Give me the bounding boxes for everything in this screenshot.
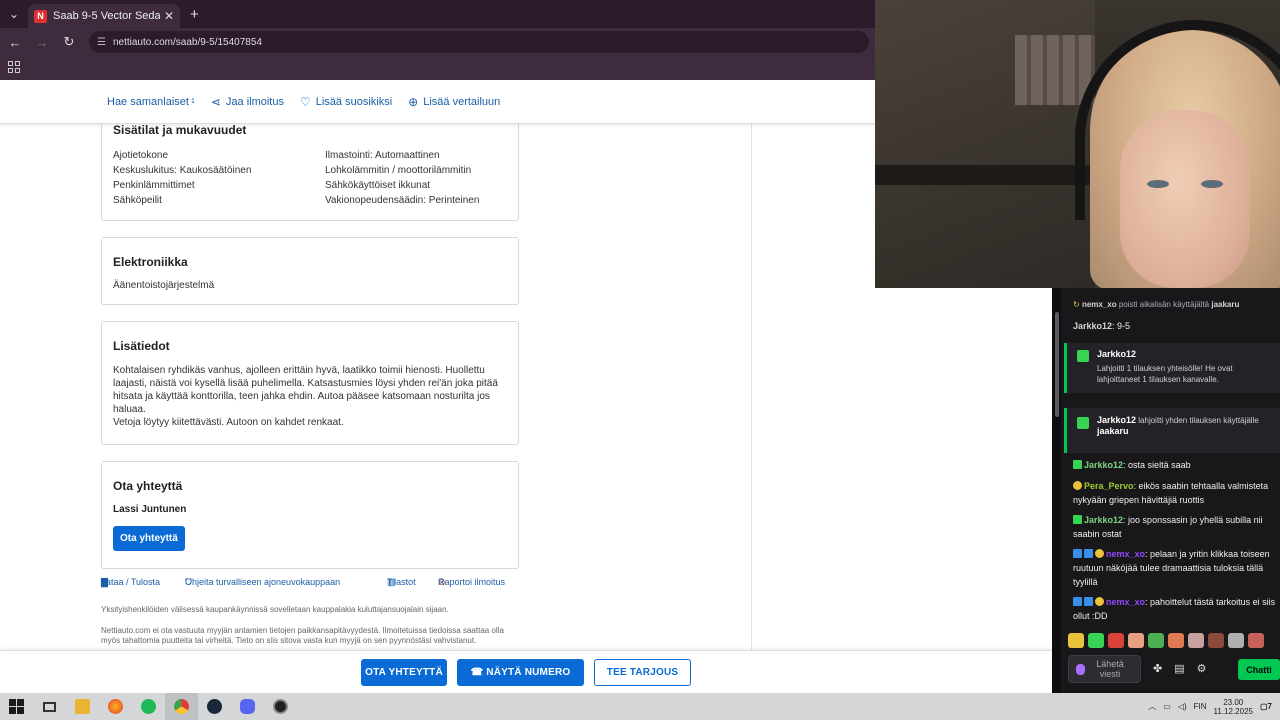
bookmarks-bar (0, 56, 875, 80)
chat-message: Pera_Pervo: eikös saabin tehtaalla valmi… (1073, 481, 1269, 505)
description-text: Kohtalaisen ryhdikäs vanhus, ajolleen er… (113, 365, 498, 415)
chat-message: nemx_xo: pelaan ja yritin klikkaa toisee… (1073, 549, 1270, 587)
address-bar[interactable]: ☰ nettiauto.com/saab/9-5/15407854 (89, 31, 869, 53)
liability-disclaimer: Nettiauto.com ei ota vastuuta myyjän ant… (101, 626, 504, 645)
listing-action-bar: Hae samanlaiset 1 ⋖ Jaa ilmoitus ♡ Lisää su… (0, 80, 875, 124)
contact-seller-button[interactable]: Ota yhteyttä (113, 526, 185, 551)
mic-icon[interactable] (1076, 663, 1085, 675)
additional-info-card: Lisätiedot Kohtalaisen ryhdikäs vanhus, … (101, 321, 519, 445)
webcam-overlay (875, 0, 1280, 288)
contact-button[interactable]: OTA YHTEYTTÄ (361, 659, 447, 686)
add-favorite-link[interactable]: ♡ Lisää suosikiksi (300, 95, 392, 109)
spotify-icon[interactable] (132, 693, 165, 720)
clock[interactable]: 23.00 11.12.2025 (1214, 698, 1253, 716)
chat-message: Jarkko12: joo sponssasin jo yhellä subil… (1073, 515, 1263, 539)
share-listing-link[interactable]: ⋖ Jaa ilmoitus (211, 95, 284, 109)
equipment-item: Vakionopeudensäädin: Perinteinen (325, 195, 480, 206)
obs-icon[interactable] (264, 693, 297, 720)
chat-message: Jarkko12: 9-5 (1073, 321, 1131, 331)
make-offer-button[interactable]: TEE TARJOUS (594, 659, 691, 686)
chat-message: nemx_xo: pahoittelut tästä tarkoitus ei … (1073, 597, 1276, 621)
discord-icon[interactable] (231, 693, 264, 720)
sticky-contact-bar: OTA YHTEYTTÄ ☎ NÄYTÄ NUMERO TEE TARJOUS (0, 650, 1052, 693)
system-tray: ︿ ▭ ◁) FIN 23.00 11.12.2025 ▢7 (1148, 693, 1272, 720)
new-tab-icon[interactable]: + (190, 6, 199, 23)
windows-taskbar: ︿ ▭ ◁) FIN 23.00 11.12.2025 ▢7 (0, 693, 1280, 720)
equipment-item: Sähköpeilit (113, 195, 162, 206)
chat-gift-sub-alert: Jarkko12 lahjoitti yhden tilauksen käytt… (1064, 408, 1280, 453)
settings-gear-icon[interactable]: ⚙ (1197, 662, 1207, 675)
heart-icon: ♡ (299, 94, 311, 109)
apps-grid-icon[interactable] (8, 61, 20, 73)
equipment-item: Äänentoistojärjestelmä (113, 280, 215, 291)
browser-tab[interactable]: N Saab 9-5 Vector Sedan 2002 - V ✕ (28, 4, 180, 28)
equipment-item: Ilmastointi: Automaattinen (325, 150, 440, 161)
file-explorer-icon[interactable] (66, 693, 99, 720)
add-compare-link[interactable]: ⊕ Lisää vertailuun (408, 95, 500, 109)
equipment-item: Ajotietokone (113, 150, 169, 161)
chat-toolbar: ✤ ▤ ⚙ (1153, 662, 1207, 675)
equipment-item: Keskuslukitus: Kaukosäätöinen (113, 165, 252, 176)
volume-icon[interactable]: ◁) (1178, 702, 1187, 711)
chat-moderation-notice: ↻ nemx_xo poisti aikalisän käyttäjältä j… (1073, 300, 1240, 309)
plus-circle-icon: ⊕ (408, 94, 419, 109)
notification-icon[interactable]: ▢7 (1260, 702, 1272, 711)
site-info-icon[interactable]: ☰ (97, 37, 106, 48)
electronics-title: Elektroniikka (113, 255, 188, 269)
tab-list-chevron-icon[interactable]: ⌄ (0, 0, 28, 28)
interior-list: Ajotietokone Ilmastointi: Automaattinen … (113, 150, 507, 206)
firefox-icon[interactable] (99, 693, 132, 720)
interior-title: Sisätilat ja mukavuudet (113, 124, 247, 137)
language-indicator[interactable]: FIN (1194, 702, 1207, 711)
gift-icon (1077, 350, 1089, 362)
chrome-icon[interactable] (165, 693, 198, 720)
share-icon: ⋖ (210, 94, 221, 109)
equipment-item: Lohkolämmitin / moottorilämmitin (325, 165, 472, 176)
consumer-law-note: Yksityishenkilöiden välisessä kaupankäyn… (101, 605, 449, 614)
equipment-item: Penkinlämmittimet (113, 180, 195, 191)
chat-message-input[interactable]: Lähetä viesti (1068, 655, 1141, 683)
store-icon[interactable]: ▤ (1174, 662, 1184, 675)
close-tab-icon[interactable]: ✕ (164, 9, 174, 23)
chat-scrollbar[interactable] (1052, 288, 1061, 693)
network-icon[interactable]: ▭ (1163, 702, 1171, 711)
seller-name: Lassi Juntunen (113, 504, 187, 515)
contact-title: Ota yhteyttä (113, 479, 183, 493)
tray-chevron-icon[interactable]: ︿ (1148, 701, 1156, 712)
contact-card: Ota yhteyttä Lassi Juntunen Ota yhteyttä (101, 461, 519, 569)
electronics-card: Elektroniikka Äänentoistojärjestelmä (101, 237, 519, 305)
channel-points-icon[interactable]: ✤ (1153, 662, 1162, 675)
find-similar-link[interactable]: Hae samanlaiset 1 (107, 96, 195, 108)
chat-message: Jarkko12: osta sieltä saab (1073, 458, 1278, 472)
back-arrow-icon[interactable]: ← (3, 35, 27, 50)
url-text: nettiauto.com/saab/9-5/15407854 (112, 36, 262, 48)
browser-toolbar: ← → ↻ ☰ nettiauto.com/saab/9-5/15407854 (0, 28, 875, 56)
show-number-button[interactable]: ☎ NÄYTÄ NUMERO (457, 659, 584, 686)
description-text: Vetoja löytyy kiitettävästi. Autoon on k… (113, 417, 344, 428)
task-view-icon[interactable] (33, 693, 66, 720)
tab-title: Saab 9-5 Vector Sedan 2002 - V (53, 10, 160, 22)
interior-card: Sisätilat ja mukavuudet Ajotietokone Ilm… (101, 124, 519, 221)
forward-arrow-icon[interactable]: → (30, 35, 54, 50)
additional-title: Lisätiedot (113, 339, 170, 353)
start-button[interactable] (0, 693, 33, 720)
nettiauto-favicon-icon: N (34, 9, 47, 23)
steam-icon[interactable] (198, 693, 231, 720)
emote-bar[interactable] (1068, 633, 1264, 648)
chat-send-button[interactable]: Chatti (1238, 659, 1280, 680)
reload-icon[interactable]: ↻ (57, 34, 81, 50)
listing-content: Sisätilat ja mukavuudet Ajotietokone Ilm… (0, 124, 752, 650)
gift-icon (1077, 417, 1089, 429)
browser-tab-strip: ⌄ N Saab 9-5 Vector Sedan 2002 - V ✕ + (0, 0, 875, 28)
equipment-item: Sähkökäyttöiset ikkunat (325, 180, 431, 191)
chat-gift-sub-alert: Jarkko12 Lahjoitti 1 tilauksen yhteisöll… (1064, 343, 1280, 393)
